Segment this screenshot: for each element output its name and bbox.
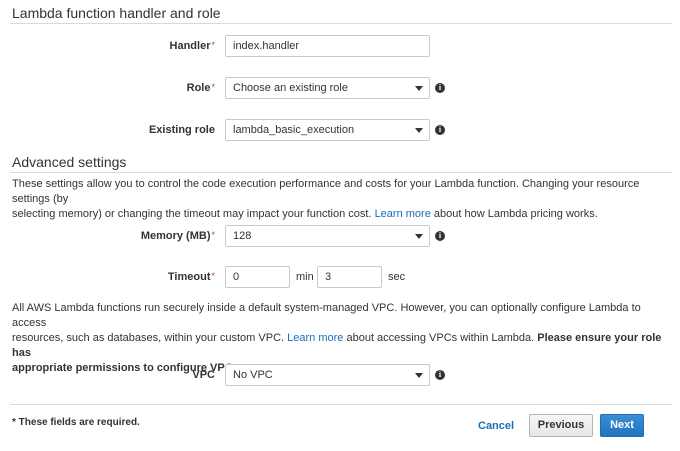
vpc-description-line: All AWS Lambda functions run securely in… xyxy=(12,302,641,329)
vpc-description-text: resources, such as databases, within you… xyxy=(12,332,285,344)
memory-label: Memory (MB)* xyxy=(141,230,215,242)
memory-select[interactable]: 128 xyxy=(225,225,430,247)
role-select[interactable]: Choose an existing role xyxy=(225,77,430,99)
info-icon[interactable]: i xyxy=(435,231,445,241)
required-fields-note: * These fields are required. xyxy=(12,417,140,428)
previous-button[interactable]: Previous xyxy=(529,414,593,437)
chevron-down-icon xyxy=(415,86,423,91)
info-icon[interactable]: i xyxy=(435,125,445,135)
timeout-label-text: Timeout xyxy=(167,271,211,283)
required-mark: * xyxy=(211,82,215,92)
footer-divider xyxy=(10,404,672,405)
advanced-description-line: These settings allow you to control the … xyxy=(12,178,640,205)
existing-role-select-value: lambda_basic_execution xyxy=(233,124,355,136)
chevron-down-icon xyxy=(415,234,423,239)
role-label-text: Role xyxy=(186,82,211,94)
handler-input[interactable]: index.handler xyxy=(225,35,430,57)
advanced-description-line: selecting memory) or changing the timeou… xyxy=(12,207,672,222)
memory-label-text: Memory (MB) xyxy=(140,230,211,242)
vpc-select-value: No VPC xyxy=(233,369,273,381)
advanced-description-text: about how Lambda pricing works. xyxy=(433,208,598,220)
advanced-description-text: selecting memory) or changing the timeou… xyxy=(12,208,372,220)
vpc-learn-more-link[interactable]: Learn more xyxy=(287,332,343,344)
required-mark: * xyxy=(211,230,215,240)
existing-role-label: Existing role xyxy=(148,124,215,136)
timeout-minutes-input[interactable]: 0 xyxy=(225,266,290,288)
role-label: Role* xyxy=(187,82,215,94)
chevron-down-icon xyxy=(415,128,423,133)
handler-label: Handler* xyxy=(170,40,215,52)
timeout-seconds-input[interactable]: 3 xyxy=(317,266,382,288)
info-icon[interactable]: i xyxy=(435,370,445,380)
role-select-value: Choose an existing role xyxy=(233,82,348,94)
cancel-button[interactable]: Cancel xyxy=(478,420,514,432)
section-divider xyxy=(10,172,672,173)
required-mark: * xyxy=(211,40,215,50)
existing-role-select[interactable]: lambda_basic_execution xyxy=(225,119,430,141)
section-title-handler-role: Lambda function handler and role xyxy=(12,5,221,21)
next-button[interactable]: Next xyxy=(600,414,644,437)
advanced-description: These settings allow you to control the … xyxy=(12,177,672,222)
vpc-select[interactable]: No VPC xyxy=(225,364,430,386)
vpc-description-line: resources, such as databases, within you… xyxy=(12,331,672,361)
timeout-minutes-unit: min xyxy=(296,271,314,283)
section-title-advanced: Advanced settings xyxy=(12,154,127,170)
vpc-description-text: about accessing VPCs within Lambda. xyxy=(346,332,535,344)
handler-label-text: Handler xyxy=(169,40,211,52)
timeout-seconds-unit: sec xyxy=(388,271,406,283)
vpc-label: VPC xyxy=(192,369,215,381)
info-icon[interactable]: i xyxy=(435,83,445,93)
memory-select-value: 128 xyxy=(233,230,252,242)
section-divider xyxy=(10,23,672,24)
timeout-label: Timeout* xyxy=(168,271,215,283)
pricing-learn-more-link[interactable]: Learn more xyxy=(375,208,431,220)
chevron-down-icon xyxy=(415,373,423,378)
required-mark: * xyxy=(211,271,215,281)
